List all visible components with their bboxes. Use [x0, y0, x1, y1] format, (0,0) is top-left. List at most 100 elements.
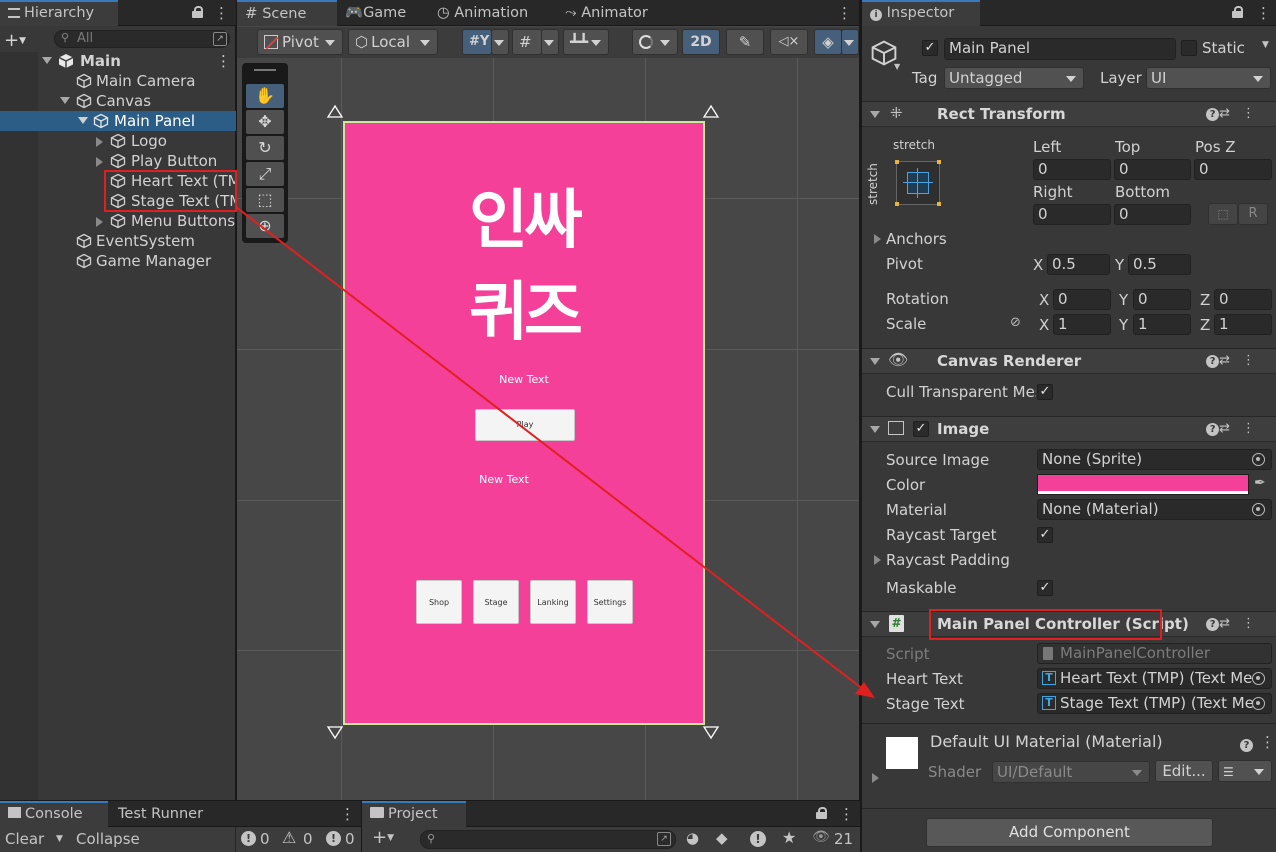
- static-dropdown-caret[interactable]: ▼: [1262, 40, 1269, 50]
- tab-scene[interactable]: # Scene: [237, 0, 337, 26]
- 2d-mode-toggle[interactable]: 2D: [682, 29, 720, 55]
- rect-tool[interactable]: ⬚: [246, 188, 284, 212]
- lighting-toggle[interactable]: ✎: [726, 29, 764, 55]
- hierarchy-item-main[interactable]: Main ⋮: [0, 51, 236, 71]
- scale-x-field[interactable]: 1: [1053, 314, 1111, 335]
- tag-dropdown[interactable]: Untagged: [944, 67, 1084, 89]
- effects-dropdown[interactable]: [841, 29, 859, 55]
- canvas-renderer-header[interactable]: 👁 Canvas Renderer ? ⇄⋮: [862, 348, 1276, 374]
- tab-animator[interactable]: ⤳ Animator: [557, 0, 656, 26]
- tab-console[interactable]: Console: [0, 801, 108, 827]
- component-header-icons[interactable]: ? ⇄⋮: [1206, 421, 1267, 436]
- scale-tool[interactable]: ⤢: [246, 162, 284, 186]
- search-type-icon[interactable]: ↗: [657, 832, 671, 846]
- rect-transform-header[interactable]: ⁜ Rect Transform ? ⇄⋮: [862, 101, 1276, 127]
- hierarchy-item-eventsystem[interactable]: EventSystem: [0, 231, 236, 251]
- active-checkbox[interactable]: ✓: [922, 40, 938, 56]
- rotation-z-field[interactable]: 0: [1214, 289, 1272, 310]
- shader-dropdown[interactable]: UI/Default: [992, 761, 1150, 783]
- search-type-icon[interactable]: ↗: [213, 32, 227, 46]
- hierarchy-item-menu-buttons[interactable]: Menu Buttons: [0, 211, 236, 231]
- filter-by-type-icon[interactable]: ◕: [686, 829, 699, 847]
- maskable-checkbox[interactable]: ✓: [1037, 580, 1053, 596]
- material-field[interactable]: None (Material): [1037, 499, 1272, 520]
- icon-dropdown-caret[interactable]: ▼: [894, 62, 900, 71]
- render-mode-dropdown[interactable]: ┻┻: [563, 29, 609, 55]
- source-image-field[interactable]: None (Sprite): [1037, 449, 1272, 470]
- component-header-icons[interactable]: ? ⇄⋮: [1206, 616, 1267, 631]
- increment-snap-dropdown[interactable]: [541, 29, 559, 55]
- pivot-x-field[interactable]: 0.5: [1047, 254, 1110, 275]
- lock-icon[interactable]: [816, 807, 827, 819]
- right-field[interactable]: 0: [1033, 204, 1111, 225]
- component-header-icons[interactable]: ? ⇄⋮: [1206, 353, 1267, 368]
- add-component-button[interactable]: Add Component: [926, 818, 1213, 847]
- warning-icon[interactable]: ⚠: [282, 828, 296, 847]
- filter-by-label-icon[interactable]: ◆: [716, 829, 728, 847]
- static-checkbox[interactable]: [1181, 40, 1197, 56]
- more-options-icon[interactable]: ⋮: [1256, 4, 1271, 22]
- main-panel-controller-header[interactable]: # Main Panel Controller (Script) ? ⇄⋮: [862, 611, 1276, 637]
- hierarchy-item-game-manager[interactable]: Game Manager: [0, 251, 236, 271]
- grid-snap-dropdown[interactable]: [491, 29, 509, 55]
- shading-mode-dropdown[interactable]: [632, 29, 678, 55]
- hierarchy-item-logo[interactable]: Logo: [0, 131, 236, 151]
- eyedropper-icon[interactable]: ✒: [1254, 475, 1266, 491]
- layer-dropdown[interactable]: UI: [1146, 67, 1271, 89]
- error-icon[interactable]: !: [326, 831, 341, 846]
- tab-game[interactable]: 🎮Game: [337, 0, 414, 26]
- more-options-icon[interactable]: ⋮: [214, 4, 229, 22]
- hierarchy-item-main-panel[interactable]: Main Panel: [0, 111, 236, 131]
- bottom-field[interactable]: 0: [1114, 204, 1191, 225]
- hierarchy-item-heart-text[interactable]: Heart Text (TM: [0, 171, 236, 191]
- tab-hierarchy[interactable]: Hierarchy: [0, 0, 118, 26]
- component-header-icons[interactable]: ? ⇄⋮: [1206, 106, 1267, 121]
- favorite-star-icon[interactable]: ★: [782, 828, 796, 847]
- pivot-dropdown[interactable]: Pivot: [257, 29, 343, 55]
- hierarchy-item-play-button[interactable]: Play Button: [0, 151, 236, 171]
- raw-edit-button[interactable]: R: [1238, 203, 1268, 225]
- anchor-handles[interactable]: [326, 104, 726, 744]
- object-name-field[interactable]: Main Panel: [944, 38, 1176, 60]
- hierarchy-item-stage-text[interactable]: Stage Text (TM: [0, 191, 236, 211]
- color-swatch[interactable]: [1037, 474, 1249, 495]
- tab-test-runner[interactable]: Test Runner: [110, 801, 211, 827]
- rotation-x-field[interactable]: 0: [1053, 289, 1111, 310]
- hierarchy-item-canvas[interactable]: Canvas: [0, 91, 236, 111]
- image-header[interactable]: ✓ Image ? ⇄⋮: [862, 416, 1276, 442]
- heart-text-reference-field[interactable]: T Heart Text (TMP) (Text Me: [1037, 668, 1272, 689]
- transform-tool[interactable]: ⊕: [246, 214, 284, 238]
- move-tool[interactable]: ✥: [246, 110, 284, 134]
- clear-options-dropdown[interactable]: ▼: [56, 834, 63, 844]
- collapse-button[interactable]: Collapse: [76, 830, 140, 848]
- grid-snap-toggle[interactable]: #Y: [462, 29, 492, 55]
- log-info-icon[interactable]: !: [241, 831, 256, 846]
- increment-snap-toggle[interactable]: #: [512, 29, 542, 55]
- add-object-button[interactable]: +▼: [4, 30, 26, 51]
- more-options-icon[interactable]: ⋮: [216, 51, 231, 71]
- tab-project[interactable]: Project: [362, 801, 466, 827]
- tab-animation[interactable]: ◷ Animation: [429, 0, 536, 26]
- pivot-y-field[interactable]: 0.5: [1128, 254, 1191, 275]
- image-enabled-checkbox[interactable]: ✓: [913, 421, 929, 437]
- clear-button[interactable]: Clear: [5, 830, 44, 848]
- lock-icon[interactable]: [1232, 6, 1243, 18]
- drag-handle-icon[interactable]: [254, 69, 276, 71]
- rotation-y-field[interactable]: 0: [1133, 289, 1191, 310]
- blueprint-mode-button[interactable]: ⬚: [1208, 203, 1238, 225]
- left-field[interactable]: 0: [1033, 159, 1111, 180]
- local-dropdown[interactable]: ⬡ Local: [348, 29, 438, 55]
- help-icon[interactable]: ?: [1240, 736, 1253, 752]
- tab-inspector[interactable]: i Inspector: [862, 0, 980, 26]
- edit-shader-button[interactable]: Edit...: [1155, 760, 1213, 782]
- top-field[interactable]: 0: [1114, 159, 1191, 180]
- effects-toggle[interactable]: ◈: [814, 29, 842, 55]
- more-options-icon[interactable]: ⋮: [340, 805, 355, 823]
- hierarchy-item-main-camera[interactable]: Main Camera: [0, 71, 236, 91]
- anchor-preset-button[interactable]: [895, 160, 941, 206]
- hand-tool[interactable]: ✋: [246, 84, 284, 108]
- stage-text-reference-field[interactable]: T Stage Text (TMP) (Text Me: [1037, 693, 1272, 714]
- constrain-proportions-icon[interactable]: ⊘: [1010, 315, 1021, 330]
- shader-options-dropdown[interactable]: ☰: [1218, 760, 1272, 782]
- hierarchy-search-input[interactable]: ⚲ All ↗: [54, 30, 230, 48]
